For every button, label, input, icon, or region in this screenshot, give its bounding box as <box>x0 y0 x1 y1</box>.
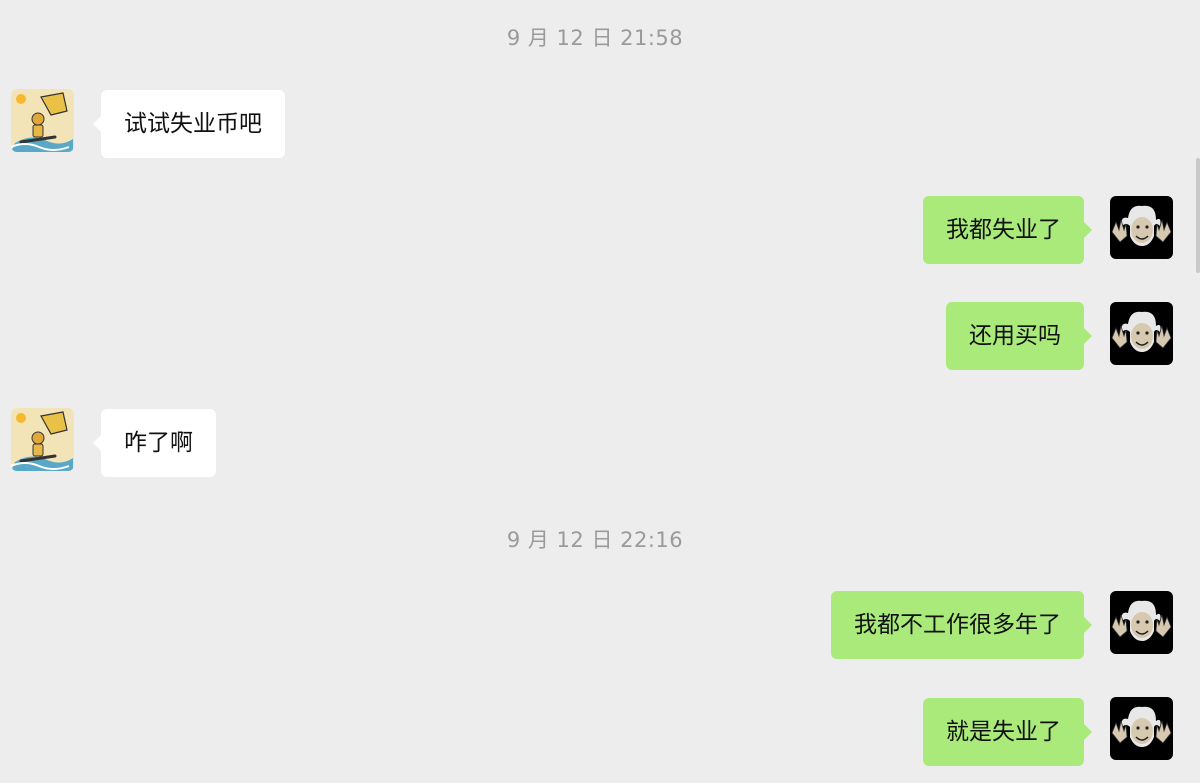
surfer-avatar-icon <box>11 408 74 471</box>
contact-avatar[interactable] <box>11 408 74 471</box>
message-bubble-received[interactable]: 试试失业币吧 <box>93 90 285 158</box>
message-bubble-sent[interactable]: 我都不工作很多年了 <box>831 591 1092 659</box>
message-bubble-sent[interactable]: 我都失业了 <box>923 196 1092 264</box>
self-avatar[interactable] <box>1110 591 1173 654</box>
contact-avatar[interactable] <box>11 89 74 152</box>
timestamp: 9 月 12 日 21:58 <box>506 26 684 50</box>
self-avatar[interactable] <box>1110 697 1173 760</box>
self-avatar[interactable] <box>1110 196 1173 259</box>
einstein-avatar-icon <box>1110 302 1173 365</box>
surfer-avatar-icon <box>11 89 74 152</box>
message-bubble-received[interactable]: 咋了啊 <box>93 409 216 477</box>
message-bubble-sent[interactable]: 就是失业了 <box>923 698 1092 766</box>
message-bubble-sent[interactable]: 还用买吗 <box>946 302 1092 370</box>
chat-window[interactable]: 9 月 12 日 21:58 试试失业币吧 我都失业了 还用买吗 咋了啊 9 月… <box>0 0 1200 783</box>
timestamp: 9 月 12 日 22:16 <box>506 528 684 552</box>
einstein-avatar-icon <box>1110 697 1173 760</box>
self-avatar[interactable] <box>1110 302 1173 365</box>
scrollbar[interactable] <box>1196 158 1200 273</box>
einstein-avatar-icon <box>1110 196 1173 259</box>
einstein-avatar-icon <box>1110 591 1173 654</box>
